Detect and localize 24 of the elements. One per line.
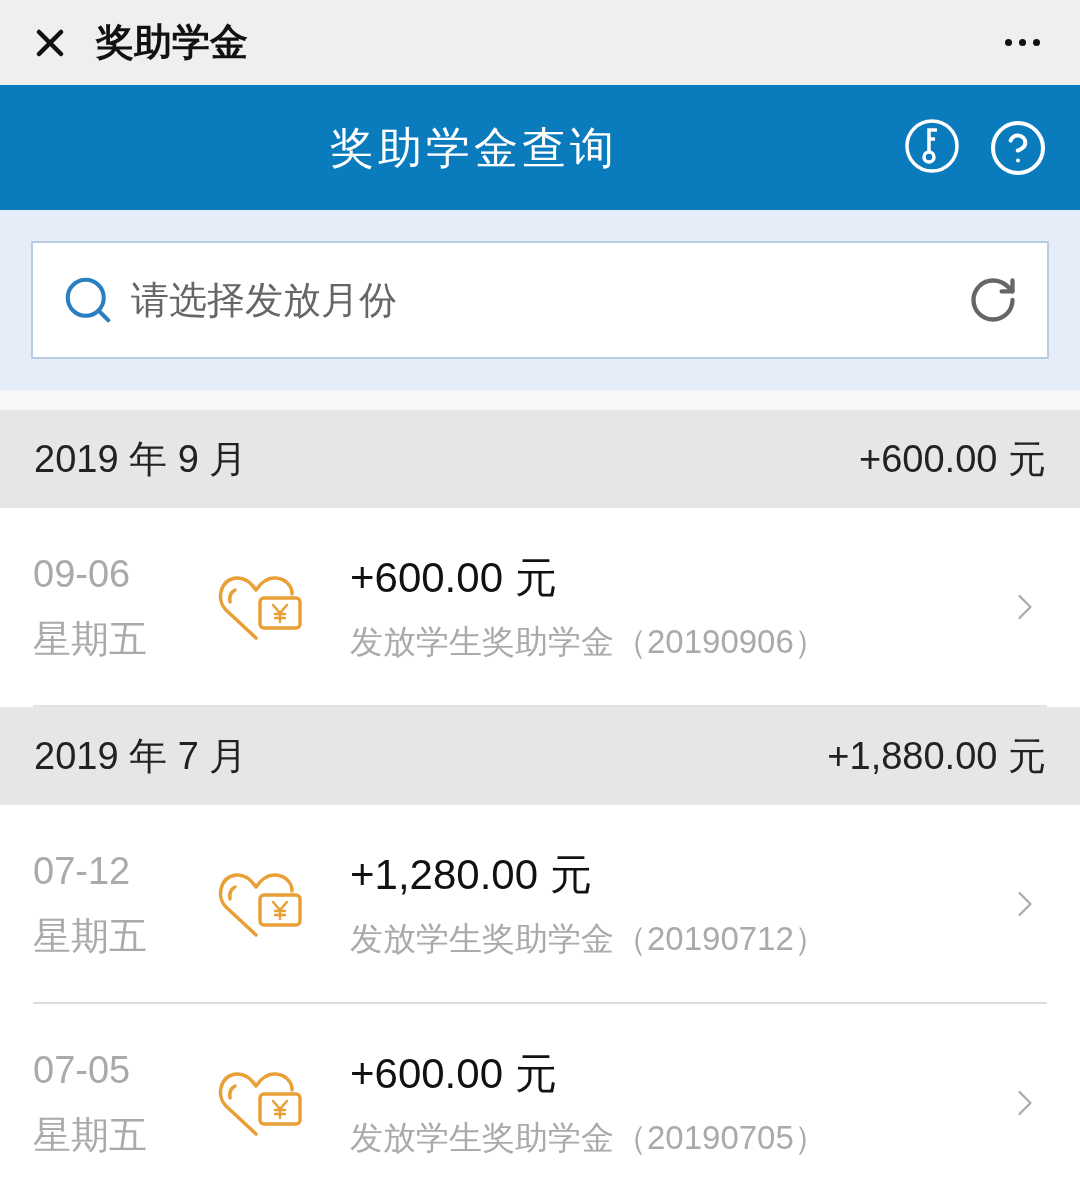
- header-title: 奖助学金查询: [330, 121, 618, 174]
- record-weekday: 星期五: [33, 913, 148, 959]
- record-row[interactable]: 07-05 星期五 +600.00 元 发放学生奖助学金（20190705）: [33, 1004, 1047, 1201]
- more-icon[interactable]: [1005, 39, 1040, 46]
- search-field[interactable]: 请选择发放月份: [131, 271, 967, 329]
- record-description: 发放学生奖助学金（20190705）: [350, 1118, 828, 1159]
- record-row[interactable]: 07-12 星期五 +1,280.00 元 发放学生奖助学金（20190712）: [33, 805, 1047, 1004]
- page-title: 奖助学金: [96, 20, 248, 65]
- record-description: 发放学生奖助学金（20190906）: [350, 622, 828, 663]
- month-total: +1,880.00 元: [827, 733, 1046, 779]
- month-label: 2019 年 7 月: [34, 733, 248, 779]
- record-weekday: 星期五: [33, 616, 148, 662]
- key-icon[interactable]: [904, 117, 960, 174]
- record-date: 09-06: [33, 551, 132, 597]
- record-amount: +600.00 元: [350, 553, 558, 604]
- record-weekday: 星期五: [33, 1112, 148, 1158]
- month-label: 2019 年 9 月: [34, 436, 248, 482]
- search-bar[interactable]: 请选择发放月份: [31, 241, 1049, 359]
- month-total: +600.00 元: [859, 436, 1046, 482]
- record-date: 07-12: [33, 848, 132, 894]
- record-description: 发放学生奖助学金（20190712）: [350, 919, 828, 960]
- record-amount: +600.00 元: [350, 1049, 558, 1100]
- record-date: 07-05: [33, 1047, 132, 1093]
- record-amount: +1,280.00 元: [350, 850, 593, 901]
